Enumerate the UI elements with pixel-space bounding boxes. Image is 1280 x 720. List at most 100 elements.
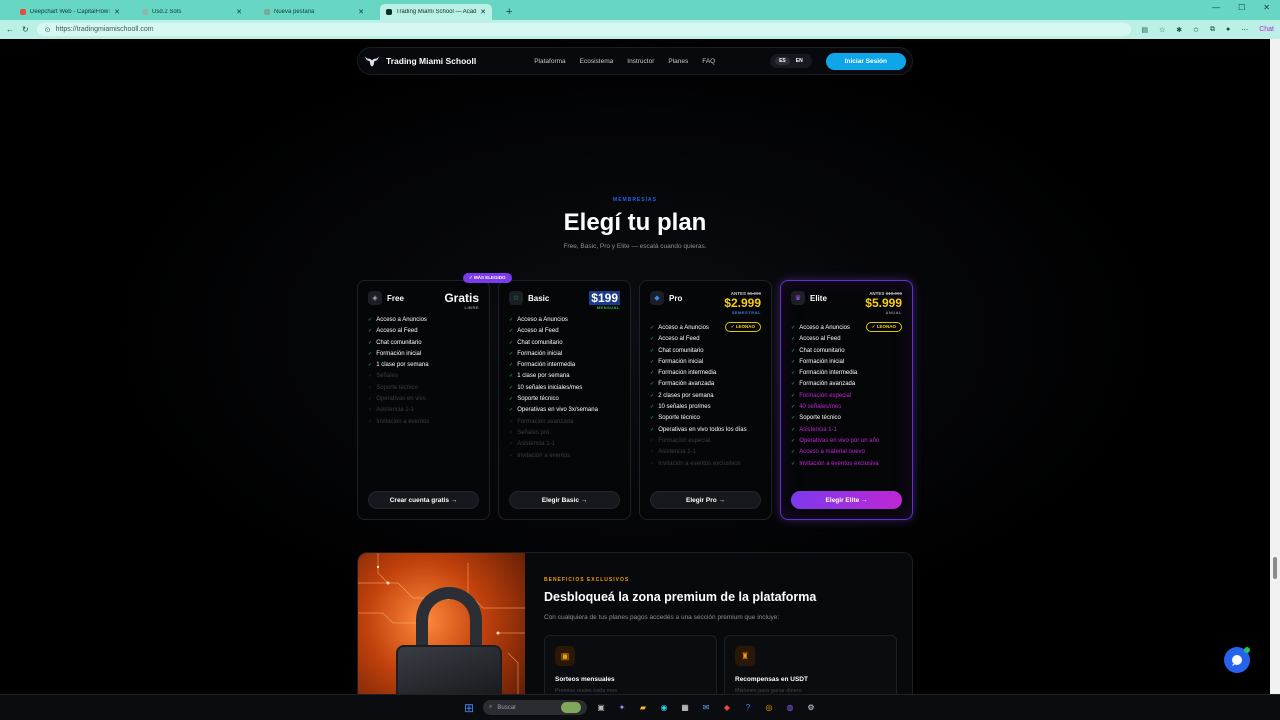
plan-card-elite: ♛ Elite ANTES $10.000 $5.999 ANUAL ✓ LEONAO… — [780, 280, 913, 520]
check-icon: ✓ — [650, 415, 655, 422]
check-icon: ✓ — [509, 441, 514, 448]
page-scrollbar[interactable] — [1270, 39, 1280, 694]
feature-item: ✓ Formación especial — [791, 392, 852, 399]
nav-link[interactable]: Plataforma — [534, 58, 565, 65]
browser-tab[interactable]: Deepchart Web - CapitalFlowTrading ✕ — [14, 4, 126, 20]
site-info-icon[interactable]: ⊙ — [45, 26, 51, 34]
check-icon: ✓ — [650, 358, 655, 365]
feature-item: ✓ Invitación a eventos — [509, 452, 571, 459]
browser-tab[interactable]: Trading Miami School — Academ... ✕ — [380, 4, 492, 20]
plan-icon: ☆ — [509, 291, 523, 305]
feature-item: ✓ Formación intermedia — [791, 370, 858, 377]
menu-icon[interactable]: ⋯ — [1241, 26, 1248, 34]
plan-header: ☆ Basic $199 MENSUAL — [509, 291, 620, 315]
window-controls: — ☐ ✕ — [1212, 3, 1270, 12]
benefit-title: Recompensas en USDT — [735, 676, 808, 683]
feature-list: ✓ Acceso a Anuncios ✓ Acceso al Feed ✓ Chat c… — [509, 315, 620, 462]
feature-item: ✓ Formación inicial — [509, 350, 563, 357]
feature-item: ✓ Formación inicial — [650, 358, 704, 365]
collections-icon[interactable]: ⧉ — [1210, 26, 1215, 34]
plan-header: ◈ Free Gratis LIBRE — [368, 291, 479, 315]
feature-item: ✓ Operativas en vivo — [368, 396, 426, 403]
favorites-icon[interactable]: ✩ — [1193, 26, 1199, 34]
check-icon: ✓ — [650, 449, 655, 456]
feature-item: ✓ Invitación a eventos — [368, 418, 430, 425]
feature-item: ✓ Formación especial — [650, 437, 711, 444]
close-window-icon[interactable]: ✕ — [1263, 3, 1270, 12]
feature-item: ✓ Señales pro — [509, 429, 550, 436]
nav-link[interactable]: Instructor — [627, 58, 654, 65]
feature-item: ✓ Formación intermedia — [650, 370, 717, 377]
check-icon: ✓ — [509, 418, 514, 425]
file-explorer-icon[interactable]: ▰ — [636, 701, 650, 715]
app-red-icon[interactable]: ◆ — [720, 701, 734, 715]
check-icon: ✓ — [650, 437, 655, 444]
feature-item: ✓ 1 clase por semana — [509, 373, 570, 380]
favorite-star-icon[interactable]: ☆ — [1159, 26, 1165, 34]
check-icon: ✓ — [791, 460, 796, 467]
tab-favicon-icon — [264, 9, 270, 15]
choose-plan-button[interactable]: Crear cuenta gratis → — [368, 491, 479, 509]
check-icon: ✓ — [368, 418, 373, 425]
check-icon: ✓ — [509, 350, 514, 357]
premium-subtitle: Con cualquiera de tus planes pagos acced… — [544, 614, 780, 621]
lang-en-button[interactable]: EN — [792, 57, 807, 65]
help-icon[interactable]: ? — [741, 701, 755, 715]
choose-plan-button[interactable]: Elegir Elite → — [791, 491, 902, 509]
close-tab-icon[interactable]: ✕ — [236, 8, 242, 16]
task-view-icon[interactable]: ▣ — [594, 701, 608, 715]
benefit-card-raffles[interactable]: ▣ Sorteos mensuales Premios reales cada … — [544, 635, 717, 694]
store-icon[interactable]: ▦ — [678, 701, 692, 715]
section-subtitle: Free, Basic, Pro y Elite — escalá cuando… — [563, 243, 707, 250]
settings-gear-icon[interactable]: ⚙ — [804, 701, 818, 715]
browser-tab[interactable]: Nueva pestaña ✕ — [258, 4, 370, 20]
edge-browser-icon[interactable]: ◉ — [657, 701, 671, 715]
discord-icon[interactable]: ◍ — [783, 701, 797, 715]
profile-avatar[interactable]: ● — [1226, 26, 1230, 34]
feature-item: ✓ Operativas en vivo por un año — [791, 437, 880, 444]
nav-link[interactable]: Ecosistema — [580, 58, 614, 65]
reload-icon[interactable]: ↻ — [22, 25, 29, 34]
main-nav: Plataforma Ecosistema Instructor Planes FAQ — [534, 58, 715, 65]
browser-toolbar: ▤ ☆ ✱ ✩ ⧉ ● ⋯ Chat — [1141, 26, 1274, 34]
close-tab-icon[interactable]: ✕ — [114, 8, 120, 16]
nav-link[interactable]: FAQ — [702, 58, 715, 65]
benefit-card-usdt[interactable]: ♜ Recompensas en USDT Misiones para gana… — [724, 635, 897, 694]
scrollbar-thumb[interactable] — [1273, 557, 1277, 579]
back-icon[interactable]: ← — [6, 25, 14, 34]
premium-title: Desbloqueá la zona premium de la platafo… — [544, 590, 817, 604]
new-tab-button[interactable]: + — [502, 4, 516, 20]
choose-plan-button[interactable]: Elegir Basic → — [509, 491, 620, 509]
chat-widget-button[interactable] — [1224, 647, 1250, 673]
chrome-icon[interactable]: ◎ — [762, 701, 776, 715]
lang-es-button[interactable]: ES — [775, 57, 790, 65]
nav-link[interactable]: Planes — [668, 58, 688, 65]
taskbar-search[interactable]: ⌕ Buscar — [483, 700, 587, 715]
brand-logo[interactable]: Trading Miami Schooll — [364, 54, 476, 68]
maximize-icon[interactable]: ☐ — [1238, 3, 1245, 12]
url-field[interactable]: ⊙ https://tradingmiamischooll.com — [36, 23, 1132, 36]
close-tab-icon[interactable]: ✕ — [480, 8, 486, 16]
check-icon: ✓ — [791, 426, 796, 433]
start-icon[interactable]: ⊞ — [462, 701, 476, 715]
browser-tab-bar: Deepchart Web - CapitalFlowTrading ✕ Usd… — [0, 0, 1280, 20]
copilot-icon[interactable]: ✦ — [615, 701, 629, 715]
site-header: Trading Miami Schooll Plataforma Ecosiste… — [357, 47, 913, 75]
tab-title: Nueva pestaña — [274, 9, 315, 15]
choose-plan-button[interactable]: Elegir Pro → — [650, 491, 761, 509]
check-icon: ✓ — [509, 452, 514, 459]
extensions-icon[interactable]: ✱ — [1176, 26, 1182, 34]
copilot-chat-button[interactable]: Chat — [1259, 26, 1274, 34]
minimize-icon[interactable]: — — [1212, 3, 1220, 12]
login-button[interactable]: Iniciar Sesión — [825, 52, 906, 70]
benefit-title: Sorteos mensuales — [555, 676, 615, 683]
close-tab-icon[interactable]: ✕ — [358, 8, 364, 16]
browser-tab[interactable]: Usd.2 Sots ✕ — [136, 4, 248, 20]
plan-price: $2.999 — [724, 296, 761, 310]
feature-item: ✓ Chat comunitario — [650, 347, 704, 354]
mail-icon[interactable]: ✉ — [699, 701, 713, 715]
trophy-icon: ♜ — [735, 646, 755, 666]
reader-icon[interactable]: ▤ — [1141, 26, 1148, 34]
billing-period: ANUAL — [885, 310, 902, 315]
check-icon: ✓ — [791, 325, 796, 331]
